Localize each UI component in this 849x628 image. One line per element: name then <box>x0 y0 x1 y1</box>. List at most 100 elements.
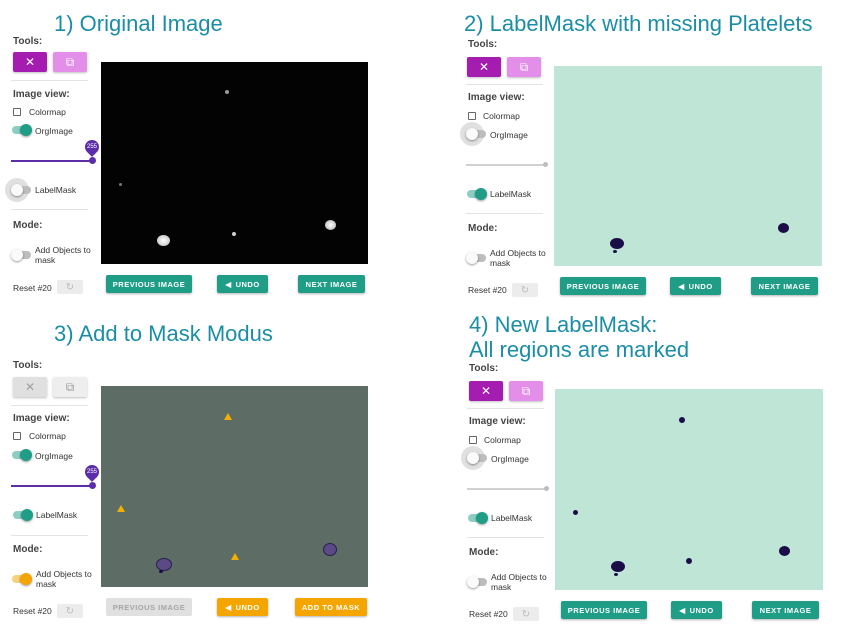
undo-icon: ◀ <box>679 605 686 615</box>
close-tool-button[interactable]: ✕ <box>13 52 47 72</box>
orgimage-label: OrgImage <box>35 451 73 461</box>
refresh-icon: ↻ <box>65 281 75 293</box>
undo-button[interactable]: ◀ UNDO <box>217 275 268 293</box>
panel4-title-line1: 4) New LabelMask: <box>469 312 658 337</box>
undo-button[interactable]: ◀ UNDO <box>671 601 722 619</box>
previous-image-button[interactable]: PREVIOUS IMAGE <box>106 275 192 293</box>
panel4-title-line2: All regions are marked <box>469 337 690 362</box>
tools-label: Tools: <box>469 363 499 374</box>
add-objects-label: Add Objects to mask <box>491 572 547 592</box>
divider <box>466 213 543 214</box>
colormap-label: Colormap <box>29 107 66 117</box>
toggle-knob <box>466 128 478 140</box>
close-tool-button[interactable]: ✕ <box>13 377 47 397</box>
colormap-checkbox[interactable] <box>13 108 21 116</box>
cell-spot <box>225 90 229 94</box>
original-image-canvas[interactable] <box>101 62 368 264</box>
tools-label: Tools: <box>13 360 43 371</box>
added-region-marker <box>117 505 125 512</box>
undo-button[interactable]: ◀ UNDO <box>217 598 268 616</box>
refresh-icon: ↻ <box>521 608 531 620</box>
mask-region <box>778 223 789 233</box>
divider <box>11 535 88 536</box>
image-view-label: Image view: <box>468 92 525 103</box>
tools-label: Tools: <box>468 39 498 50</box>
reset-button[interactable]: ↻ <box>512 283 538 297</box>
close-tool-button[interactable]: ✕ <box>467 57 501 77</box>
image-view-label: Image view: <box>13 413 70 424</box>
mask-region <box>573 510 578 515</box>
next-image-button[interactable]: NEXT IMAGE <box>751 277 818 295</box>
mask-region <box>156 558 172 571</box>
add-mask-canvas[interactable] <box>101 386 368 587</box>
toggle-knob <box>467 452 479 464</box>
copy-icon: ⧉ <box>521 383 531 398</box>
mode-label: Mode: <box>469 547 499 558</box>
added-region-marker <box>231 553 239 560</box>
slider-thumb[interactable] <box>544 486 549 491</box>
add-to-mask-button[interactable]: ADD TO MASK <box>295 598 367 616</box>
reset-label: Reset #20 <box>13 283 52 293</box>
colormap-label: Colormap <box>483 111 520 121</box>
divider <box>467 408 544 409</box>
toggle-knob <box>476 512 488 524</box>
labelmask-label: LabelMask <box>36 510 78 520</box>
previous-image-button[interactable]: PREVIOUS IMAGE <box>561 601 647 619</box>
add-objects-label: Add Objects to mask <box>490 248 546 268</box>
reset-button[interactable]: ↻ <box>57 604 83 618</box>
reset-label: Reset #20 <box>469 609 508 619</box>
mask-region <box>779 546 790 556</box>
add-objects-label: Add Objects to mask <box>35 245 91 265</box>
toggle-knob <box>467 576 479 588</box>
next-image-button[interactable]: NEXT IMAGE <box>298 275 365 293</box>
copy-tool-button[interactable]: ⧉ <box>509 381 543 401</box>
labelmask-label: LabelMask <box>35 185 77 195</box>
slider-track <box>11 160 93 162</box>
close-icon: ✕ <box>24 55 36 69</box>
divider <box>11 80 88 81</box>
orgimage-label: OrgImage <box>490 130 528 140</box>
slider-thumb[interactable] <box>543 162 548 167</box>
toggle-knob <box>11 249 23 261</box>
orgimage-label: OrgImage <box>35 126 73 136</box>
reset-button[interactable]: ↻ <box>513 607 539 621</box>
mask-region <box>614 573 618 576</box>
image-view-label: Image view: <box>469 416 526 427</box>
labelmask-canvas[interactable] <box>554 66 822 266</box>
add-objects-label: Add Objects to mask <box>36 569 92 589</box>
close-tool-button[interactable]: ✕ <box>469 381 503 401</box>
refresh-icon: ↻ <box>65 605 75 617</box>
colormap-label: Colormap <box>484 435 521 445</box>
toggle-knob <box>20 449 32 461</box>
cell-spot <box>232 232 236 236</box>
refresh-icon: ↻ <box>520 284 530 296</box>
colormap-checkbox[interactable] <box>13 432 21 440</box>
mode-label: Mode: <box>13 220 43 231</box>
mask-region <box>611 561 625 572</box>
cell-spot <box>157 235 170 246</box>
reset-label: Reset #20 <box>13 606 52 616</box>
undo-button[interactable]: ◀ UNDO <box>670 277 721 295</box>
close-icon: ✕ <box>478 60 490 74</box>
toggle-knob <box>475 188 487 200</box>
next-image-button[interactable]: NEXT IMAGE <box>752 601 819 619</box>
previous-image-button[interactable]: PREVIOUS IMAGE <box>560 277 646 295</box>
tools-label: Tools: <box>13 36 43 47</box>
colormap-checkbox[interactable] <box>468 112 476 120</box>
colormap-checkbox[interactable] <box>469 436 477 444</box>
reset-button[interactable]: ↻ <box>57 280 83 294</box>
previous-image-button[interactable]: PREVIOUS IMAGE <box>106 598 192 616</box>
toggle-knob <box>20 124 32 136</box>
copy-tool-button[interactable]: ⧉ <box>507 57 541 77</box>
copy-tool-button[interactable]: ⧉ <box>53 52 87 72</box>
reset-label: Reset #20 <box>468 285 507 295</box>
new-labelmask-canvas[interactable] <box>555 389 823 590</box>
copy-tool-button[interactable]: ⧉ <box>53 377 87 397</box>
mask-region <box>610 238 624 249</box>
close-icon: ✕ <box>480 384 492 398</box>
copy-icon: ⧉ <box>65 379 75 394</box>
slider-thumb[interactable] <box>89 157 96 164</box>
toggle-knob <box>20 573 32 585</box>
slider-value-pin: 255 <box>82 462 102 482</box>
slider-thumb[interactable] <box>89 482 96 489</box>
